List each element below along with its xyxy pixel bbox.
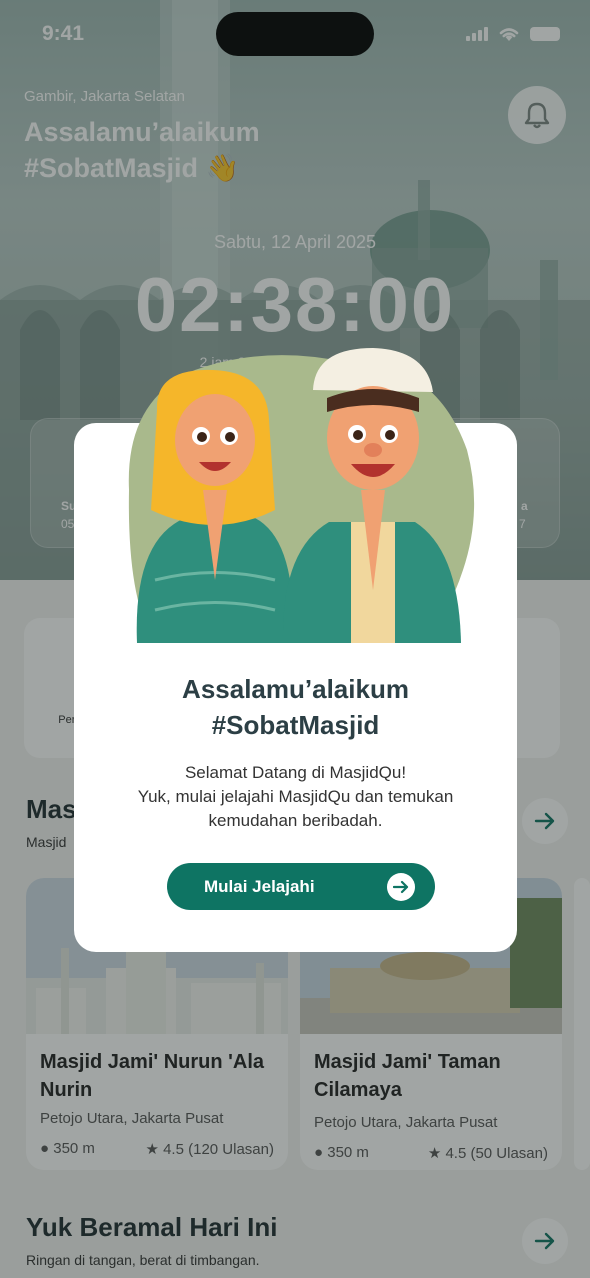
modal-title: Assalamu’alaikum #SobatMasjid: [74, 671, 517, 743]
modal-text-line-2: Yuk, mulai jelajahi MasjidQu dan temukan: [137, 787, 454, 806]
modal-title-line-1: Assalamu’alaikum: [182, 674, 409, 704]
modal-text-line-1: Selamat Datang di MasjidQu!: [184, 763, 407, 782]
modal-description: Selamat Datang di MasjidQu! Yuk, mulai j…: [98, 761, 493, 833]
welcome-couple-illustration: [128, 348, 475, 643]
arrow-right-icon: [387, 872, 415, 901]
modal-text-line-3: kemudahan beribadah.: [208, 811, 383, 830]
start-explore-label: Mulai Jelajahi: [204, 876, 315, 896]
start-explore-button[interactable]: Mulai Jelajahi: [167, 863, 435, 910]
modal-title-line-2: #SobatMasjid: [211, 710, 380, 740]
